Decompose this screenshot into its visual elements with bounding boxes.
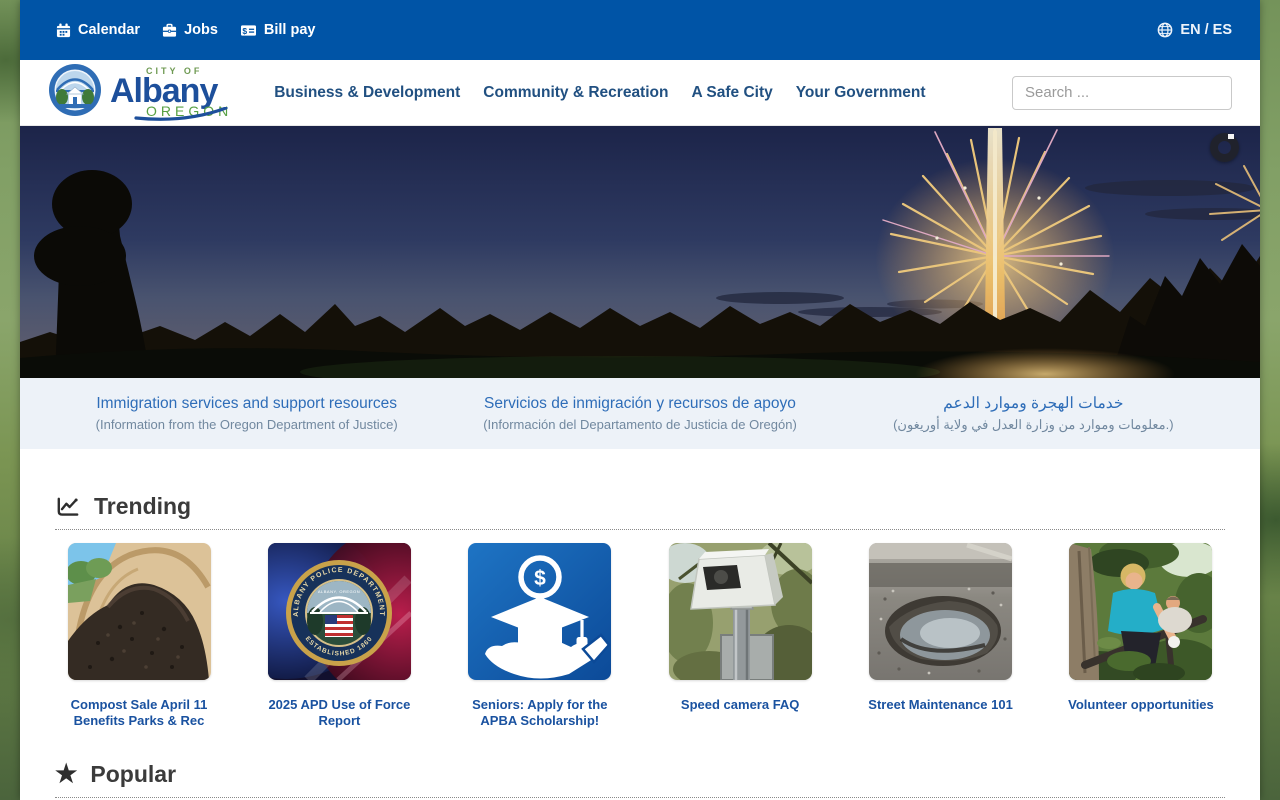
card-caption[interactable]: Seniors: Apply for the APBA Scholarship! — [458, 697, 622, 730]
notice-link-english[interactable]: Immigration services and support resourc… — [50, 395, 443, 432]
card-caption[interactable]: Street Maintenance 101 — [868, 697, 1013, 713]
hero-banner — [20, 126, 1260, 378]
card-caption[interactable]: 2025 APD Use of Force Report — [257, 697, 421, 730]
bill-pay-icon: $ — [240, 23, 257, 38]
seal-inner-text: ALBANY, OREGON — [318, 589, 360, 594]
card-apd-use-of-force[interactable]: ALBANY POLICE DEPARTMENT ESTABLISHED 186… — [257, 543, 421, 730]
fireworks-hero-image — [20, 126, 1260, 378]
card-volunteer-opportunities[interactable]: Volunteer opportunities — [1059, 543, 1223, 730]
notice-title-spanish: Servicios de inmigración y recursos de a… — [443, 395, 836, 413]
trending-heading: Trending — [55, 493, 1225, 530]
immigration-notice-bar: Immigration services and support resourc… — [20, 378, 1260, 449]
coin-dollar-symbol: $ — [534, 567, 546, 590]
calendar-link[interactable]: Calendar — [56, 22, 140, 38]
jobs-link[interactable]: Jobs — [162, 22, 218, 38]
language-toggle[interactable]: EN / ES — [1157, 22, 1232, 38]
albany-police-seal-photo: ALBANY POLICE DEPARTMENT ESTABLISHED 186… — [268, 543, 411, 680]
logo-wordmark: CITY OF Albany OREGON — [110, 67, 232, 118]
speed-camera-photo — [669, 543, 812, 680]
pothole-photo — [869, 543, 1012, 680]
svg-text:$: $ — [242, 25, 247, 35]
trending-cards-row: Compost Sale April 11 Benefits Parks & R… — [55, 543, 1225, 730]
card-street-maintenance[interactable]: Street Maintenance 101 — [859, 543, 1023, 730]
trending-heading-label: Trending — [94, 493, 191, 520]
notice-link-spanish[interactable]: Servicios de inmigración y recursos de a… — [443, 395, 836, 432]
volunteers-photo — [1069, 543, 1212, 680]
card-caption[interactable]: Volunteer opportunities — [1068, 697, 1214, 713]
nav-your-government[interactable]: Your Government — [796, 84, 926, 102]
nav-a-safe-city[interactable]: A Safe City — [691, 84, 772, 102]
scholarship-graphic: $ — [468, 543, 611, 680]
notice-subtitle-english: (Information from the Oregon Department … — [50, 417, 443, 432]
notice-title-english: Immigration services and support resourc… — [50, 395, 443, 413]
popular-heading: ★ Popular — [55, 761, 1225, 798]
card-compost-sale[interactable]: Compost Sale April 11 Benefits Parks & R… — [57, 543, 221, 730]
nav-community-recreation[interactable]: Community & Recreation — [483, 84, 668, 102]
nav-business-development[interactable]: Business & Development — [274, 84, 460, 102]
globe-icon — [1157, 22, 1173, 38]
calendar-link-label: Calendar — [78, 22, 140, 38]
card-caption[interactable]: Compost Sale April 11 Benefits Parks & R… — [57, 697, 221, 730]
top-utility-bar: Calendar Jobs $ Bill pay EN / ES — [20, 0, 1260, 60]
notice-subtitle-spanish: (Información del Departamento de Justici… — [443, 417, 836, 432]
city-logo[interactable]: CITY OF Albany OREGON — [48, 63, 232, 122]
city-seal-icon — [48, 63, 102, 122]
bill-pay-link[interactable]: $ Bill pay — [240, 22, 316, 38]
compost-pile-photo — [68, 543, 211, 680]
card-caption[interactable]: Speed camera FAQ — [681, 697, 800, 713]
main-nav: Business & Development Community & Recre… — [274, 84, 925, 102]
calendar-icon — [56, 23, 71, 38]
trending-chart-icon — [55, 494, 81, 520]
language-toggle-label: EN / ES — [1180, 22, 1232, 38]
bill-pay-link-label: Bill pay — [264, 22, 316, 38]
star-icon: ★ — [55, 762, 77, 787]
accessibility-widget-icon[interactable] — [1210, 133, 1239, 162]
search-input[interactable] — [1012, 76, 1232, 110]
main-content: Trending — [20, 449, 1260, 798]
jobs-link-label: Jobs — [184, 22, 218, 38]
card-speed-camera-faq[interactable]: Speed camera FAQ — [658, 543, 822, 730]
page-container: Calendar Jobs $ Bill pay EN / ES — [20, 0, 1260, 800]
top-links: Calendar Jobs $ Bill pay — [56, 22, 315, 38]
popular-heading-label: Popular — [90, 761, 176, 788]
logo-swoosh — [134, 107, 230, 121]
notice-subtitle-arabic: (.معلومات وموارد من وزارة العدل في ولاية… — [837, 417, 1230, 433]
briefcase-icon — [162, 23, 177, 38]
notice-link-arabic[interactable]: خدمات الهجرة وموارد الدعم (.معلومات وموا… — [837, 394, 1230, 433]
site-header: CITY OF Albany OREGON Business & Develop… — [20, 60, 1260, 126]
notice-title-arabic: خدمات الهجرة وموارد الدعم — [837, 394, 1230, 413]
card-apba-scholarship[interactable]: $ Seniors: Apply for the APBA Scholarshi… — [458, 543, 622, 730]
